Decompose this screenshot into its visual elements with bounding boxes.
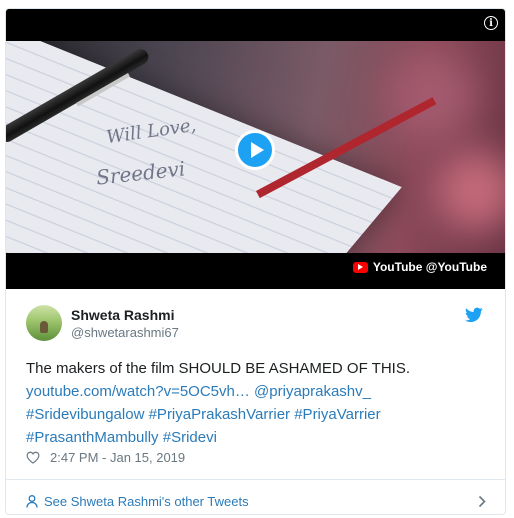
hashtag-priyaprakashvarrier[interactable]: #PriyaPrakashVarrier [149,406,290,423]
see-other-tweets-link[interactable]: See Shweta Rashmi's other Tweets [26,486,486,514]
author-display-name[interactable]: Shweta Rashmi [71,306,179,324]
tweet-meta: 2:47 PM - Jan 15, 2019 [26,450,185,465]
hashtag-priyavarrier[interactable]: #PriyaVarrier [294,406,380,423]
play-button[interactable] [235,130,275,170]
tweet-text: The makers of the film SHOULD BE ASHAMED… [26,357,496,449]
footer-divider [6,479,505,480]
tweet-plain-text: The makers of the film SHOULD BE ASHAMED… [26,360,410,377]
youtube-attribution[interactable]: YouTube @YouTube [352,260,487,274]
author-block[interactable]: Shweta Rashmi @shwetarashmi67 [26,305,179,341]
chevron-right-icon [478,495,486,508]
play-icon [250,142,264,158]
twitter-bird-icon[interactable] [465,307,483,323]
embedded-tweet-card: Will Love, Sreedevi i YouTube @YouTube S… [5,8,506,515]
heart-icon[interactable] [26,451,40,464]
info-icon[interactable]: i [484,16,498,30]
video-player[interactable]: Will Love, Sreedevi i YouTube @YouTube [6,9,505,289]
avatar[interactable] [26,305,62,341]
youtube-logo-icon [352,261,368,273]
hashtag-prasanthmambully[interactable]: #PrasanthMambully [26,429,159,446]
youtube-attribution-label: YouTube @YouTube [372,260,487,274]
see-other-tweets-label: See Shweta Rashmi's other Tweets [44,493,249,509]
person-icon [26,494,38,508]
mention-link[interactable]: @priyaprakashv_ [254,383,371,400]
youtube-link[interactable]: youtube.com/watch?v=5OC5vh… [26,383,250,400]
hashtag-sridevi[interactable]: #Sridevi [163,429,217,446]
hashtag-sridevibungalow[interactable]: #Sridevibungalow [26,406,144,423]
author-screen-name[interactable]: @shwetarashmi67 [71,324,179,341]
tweet-timestamp[interactable]: 2:47 PM - Jan 15, 2019 [50,450,185,465]
